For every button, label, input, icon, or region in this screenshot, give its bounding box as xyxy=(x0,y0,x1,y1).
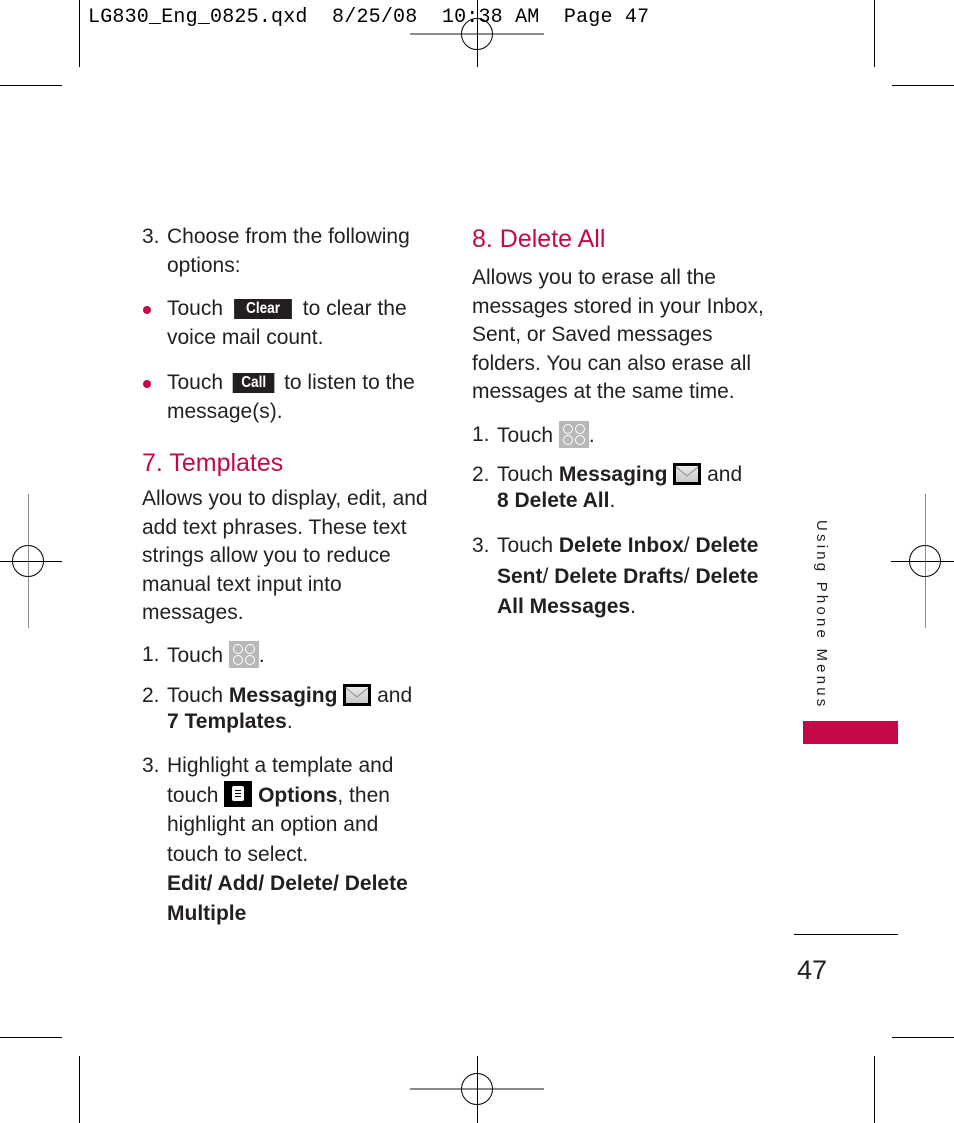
section-side-label: Using Phone Menus xyxy=(813,520,830,710)
slug-filename: LG830_Eng_0825.qxd xyxy=(88,6,308,29)
crop-mark xyxy=(79,0,80,67)
crop-mark xyxy=(0,85,62,86)
crop-mark xyxy=(874,1056,875,1123)
crop-mark xyxy=(79,1056,80,1123)
registration-mark xyxy=(461,1073,493,1105)
step-text: Touch xyxy=(497,463,554,486)
bullet-prefix: Touch xyxy=(167,297,224,320)
step-text: Choose from the following options: xyxy=(167,225,410,277)
step-number: 3. xyxy=(472,534,490,557)
step-number: 1. xyxy=(142,642,160,666)
templates-step-2: 2. Touch Messaging and 7 Templates. xyxy=(142,684,413,733)
bullet-dot-icon xyxy=(143,380,151,388)
step-number: 2. xyxy=(472,463,490,486)
crop-mark xyxy=(892,85,954,86)
registration-mark xyxy=(909,545,941,577)
templates-menu-name: 7 Templates xyxy=(167,710,287,733)
step-number: 3. xyxy=(142,754,160,777)
step-number: 2. xyxy=(142,684,160,707)
step-3-choose: 3. Choose from the following options: xyxy=(142,223,432,280)
menu-grid-icon xyxy=(228,640,259,668)
clear-key: Clear xyxy=(233,299,292,319)
step-number: 1. xyxy=(472,422,490,446)
bullet-prefix: Touch xyxy=(167,371,224,394)
page-number-rule xyxy=(794,934,898,935)
crop-mark xyxy=(0,1037,62,1038)
delete-inbox-option: Delete Inbox xyxy=(558,534,684,557)
envelope-icon xyxy=(673,463,702,485)
section-heading-templates: 7. Templates xyxy=(142,449,284,477)
messaging-menu-name: Messaging xyxy=(228,684,338,707)
bullet-clear: Touch Clear to clear the voice mail coun… xyxy=(142,295,432,352)
messaging-menu-name: Messaging xyxy=(558,463,668,486)
printer-slug: LG830_Eng_0825.qxd 8/25/08 10:38 AM Page… xyxy=(88,6,649,29)
menu-grid-icon xyxy=(558,420,589,448)
step-number: 3. xyxy=(142,225,160,248)
step-text: Touch xyxy=(497,423,554,447)
step-and: and xyxy=(707,463,743,486)
step-text: Touch xyxy=(497,534,554,557)
bullet-call: Touch Call to listen to the message(s). xyxy=(142,369,432,426)
left-column: 3. Choose from the following options: To… xyxy=(142,223,432,928)
bullet-dot-icon xyxy=(143,306,151,314)
crop-mark xyxy=(892,1037,954,1038)
envelope-icon xyxy=(343,684,372,706)
templates-description: Allows you to display, edit, and add tex… xyxy=(142,487,428,624)
step-text: Touch xyxy=(167,684,224,707)
crop-mark xyxy=(874,0,875,67)
options-icon xyxy=(224,780,253,807)
slug-page: Page 47 xyxy=(563,6,650,29)
template-option-list: Edit/ Add/ Delete/ Delete Multiple xyxy=(167,872,408,925)
delete-all-description: Allows you to erase all the messages sto… xyxy=(472,266,764,403)
step-and: and xyxy=(377,684,413,707)
delete-drafts-option: Delete Drafts xyxy=(554,564,684,588)
section-tab-marker xyxy=(803,721,898,744)
options-label: Options xyxy=(258,783,338,807)
call-key: Call xyxy=(232,373,275,393)
delete-all-step-1: 1. Touch . xyxy=(472,420,764,451)
delete-all-step-2: 2. Touch Messaging and 8 Delete All. xyxy=(472,463,743,512)
delete-all-menu-name: 8 Delete All xyxy=(497,489,610,512)
right-column: 8. Delete All Allows you to erase all th… xyxy=(472,224,764,623)
delete-all-step-3: 3. Touch Delete Inbox/ Delete Sent/ Dele… xyxy=(472,531,764,623)
page-number: 47 xyxy=(797,955,828,985)
templates-step-1: 1. Touch . xyxy=(142,640,432,671)
section-heading-delete-all: 8. Delete All xyxy=(472,225,606,253)
templates-step-3: 3. Highlight a template and touch Option… xyxy=(142,751,432,928)
step-text: Touch xyxy=(167,643,224,667)
slug-date: 8/25/08 xyxy=(332,6,418,29)
registration-mark xyxy=(12,545,44,577)
registration-mark xyxy=(461,18,493,50)
